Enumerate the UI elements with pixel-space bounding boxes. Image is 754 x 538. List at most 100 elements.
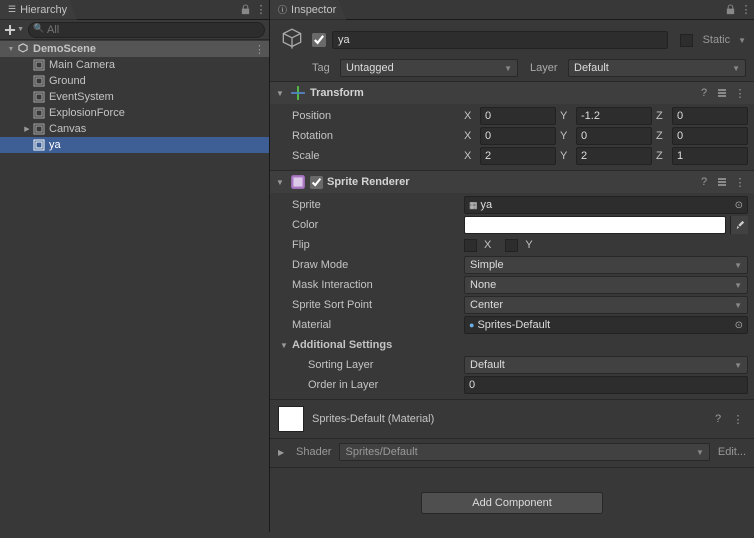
sort-point-label: Sprite Sort Point	[292, 299, 464, 311]
sprite-object-field[interactable]: ▦ ya ⊙	[464, 196, 748, 214]
draw-mode-dropdown[interactable]: Simple ▼	[464, 256, 748, 274]
rotation-label: Rotation	[292, 130, 464, 142]
foldout-icon[interactable]	[22, 124, 32, 134]
rotation-z-input[interactable]	[672, 127, 748, 145]
foldout-icon[interactable]	[6, 44, 16, 54]
sprite-renderer-icon	[290, 174, 306, 190]
material-preview	[278, 406, 304, 432]
chevron-down-icon: ▼	[734, 261, 742, 270]
help-icon[interactable]: ?	[696, 174, 712, 190]
static-label: Static	[703, 34, 731, 46]
scene-row[interactable]: DemoScene ⋮	[0, 41, 269, 57]
component-menu-icon[interactable]: ⋮	[732, 85, 748, 101]
foldout-icon[interactable]: ▼	[280, 341, 292, 350]
help-icon[interactable]: ?	[710, 411, 726, 427]
flip-y-label: Y	[525, 239, 532, 251]
color-swatch	[465, 217, 725, 233]
gameobject-icon	[32, 106, 46, 120]
gameobject-icon	[32, 138, 46, 152]
sprite-label: Sprite	[292, 199, 464, 211]
gameobject-enabled-checkbox[interactable]	[312, 33, 326, 47]
layer-label: Layer	[530, 62, 564, 74]
sprite-renderer-enabled-checkbox[interactable]	[310, 176, 323, 189]
tree-item-ground[interactable]: Ground	[0, 73, 269, 89]
foldout-icon: ▼	[276, 89, 286, 98]
rotation-x-input[interactable]	[480, 127, 556, 145]
position-x-input[interactable]	[480, 107, 556, 125]
edit-button[interactable]: Edit...	[718, 446, 746, 458]
sorting-layer-dropdown[interactable]: Default ▼	[464, 356, 748, 374]
x-label: X	[464, 110, 476, 122]
search-input[interactable]	[28, 22, 265, 38]
help-icon[interactable]: ?	[696, 85, 712, 101]
material-object-field[interactable]: ● Sprites-Default ⊙	[464, 316, 748, 334]
rotation-y-input[interactable]	[576, 127, 652, 145]
component-menu-icon[interactable]: ⋮	[730, 411, 746, 427]
shader-dropdown[interactable]: Sprites/Default ▼	[339, 443, 709, 461]
add-component-button[interactable]: Add Component	[421, 492, 603, 514]
color-field[interactable]	[464, 216, 726, 234]
transform-icon	[290, 85, 306, 101]
lock-icon[interactable]	[722, 2, 738, 18]
hierarchy-tab[interactable]: ☰ Hierarchy	[0, 0, 77, 20]
panel-menu-icon[interactable]: ⋮	[253, 2, 269, 18]
scale-z-input[interactable]	[672, 147, 748, 165]
order-in-layer-label: Order in Layer	[308, 379, 464, 391]
tree-item-label: ya	[49, 139, 61, 151]
unity-logo-icon	[16, 42, 30, 56]
gameobject-icon	[32, 122, 46, 136]
tree-item-explosionforce[interactable]: ExplosionForce	[0, 105, 269, 121]
chevron-down-icon: ▼	[734, 301, 742, 310]
scale-label: Scale	[292, 150, 464, 162]
tag-dropdown[interactable]: Untagged ▼	[340, 59, 518, 77]
sprite-renderer-title: Sprite Renderer	[327, 176, 410, 188]
hierarchy-icon: ☰	[8, 4, 16, 15]
create-dropdown[interactable]: ▼	[4, 22, 24, 38]
order-in-layer-input[interactable]	[464, 376, 748, 394]
flip-y-checkbox[interactable]	[505, 239, 518, 252]
static-checkbox[interactable]	[680, 34, 693, 47]
inspector-tab[interactable]: ⓘ Inspector	[270, 0, 346, 20]
object-picker-icon[interactable]: ⊙	[735, 200, 743, 211]
tree-item-ya[interactable]: ya	[0, 137, 269, 153]
tree-item-label: Main Camera	[49, 59, 115, 71]
sort-point-dropdown[interactable]: Center ▼	[464, 296, 748, 314]
component-menu-icon[interactable]: ⋮	[732, 174, 748, 190]
flip-x-checkbox[interactable]	[464, 239, 477, 252]
tree-item-label: Ground	[49, 75, 86, 87]
preset-icon[interactable]	[714, 174, 730, 190]
panel-menu-icon[interactable]: ⋮	[738, 2, 754, 18]
tree-item-eventsystem[interactable]: EventSystem	[0, 89, 269, 105]
transform-title: Transform	[310, 87, 364, 99]
material-label: Material	[292, 319, 464, 331]
draw-mode-label: Draw Mode	[292, 259, 464, 271]
position-y-input[interactable]	[576, 107, 652, 125]
scene-menu-icon[interactable]: ⋮	[254, 43, 265, 56]
layer-dropdown[interactable]: Default ▼	[568, 59, 746, 77]
scale-y-input[interactable]	[576, 147, 652, 165]
preset-icon[interactable]	[714, 85, 730, 101]
static-dropdown-arrow-icon[interactable]: ▼	[738, 36, 746, 45]
gameobject-name-input[interactable]	[332, 31, 668, 49]
scale-x-input[interactable]	[480, 147, 556, 165]
position-z-input[interactable]	[672, 107, 748, 125]
gameobject-icon	[32, 74, 46, 88]
foldout-icon[interactable]: ▶	[278, 448, 288, 457]
sprite-asset-icon: ▦	[469, 200, 478, 211]
mask-interaction-dropdown[interactable]: None ▼	[464, 276, 748, 294]
chevron-down-icon: ▼	[734, 281, 742, 290]
transform-header[interactable]: ▼ Transform ? ⋮	[270, 82, 754, 104]
chevron-down-icon: ▼	[696, 448, 704, 457]
eyedropper-icon[interactable]	[730, 216, 748, 234]
shader-label: Shader	[296, 446, 331, 458]
scene-name-label: DemoScene	[33, 43, 96, 55]
lock-icon[interactable]	[237, 2, 253, 18]
tag-label: Tag	[312, 62, 336, 74]
sprite-renderer-header[interactable]: ▼ Sprite Renderer ? ⋮	[270, 171, 754, 193]
chevron-down-icon: ▼	[734, 361, 742, 370]
z-label: Z	[656, 110, 668, 122]
tree-item-main-camera[interactable]: Main Camera	[0, 57, 269, 73]
object-picker-icon[interactable]: ⊙	[735, 320, 743, 331]
tree-item-canvas[interactable]: Canvas	[0, 121, 269, 137]
foldout-icon: ▼	[276, 178, 286, 187]
